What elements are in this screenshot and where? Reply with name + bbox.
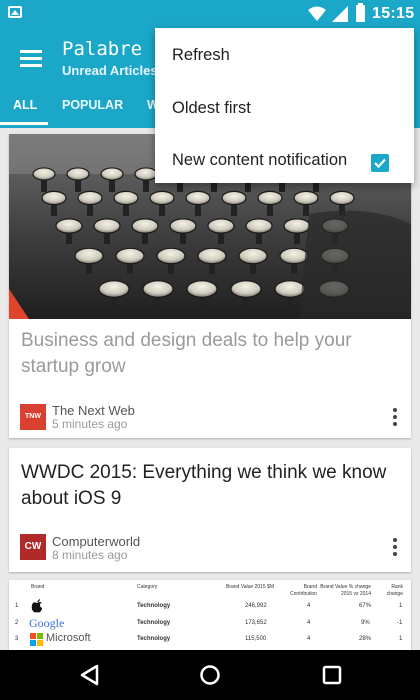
table-row: 3 Microsoft Technology 115,500 4 28% 1 bbox=[9, 631, 411, 649]
more-vert-icon[interactable] bbox=[393, 408, 397, 429]
table-cell: 173,652 bbox=[245, 620, 267, 626]
app-subtitle: Unread Articles bbox=[62, 63, 158, 78]
article-title[interactable]: WWDC 2015: Everything we think we know a… bbox=[21, 460, 401, 512]
back-icon[interactable] bbox=[79, 664, 99, 686]
status-bar: 15:15 bbox=[0, 0, 420, 28]
table-cell: 4 bbox=[307, 636, 311, 642]
table-cell: Technology bbox=[137, 603, 171, 609]
article-card[interactable]: Brand Category Brand Value 2015 $M Brand… bbox=[9, 580, 411, 650]
more-vert-icon[interactable] bbox=[393, 538, 397, 559]
signal-icon bbox=[332, 6, 348, 22]
table-header: Brand Contribution bbox=[290, 584, 317, 597]
table-header: Brand bbox=[31, 584, 45, 590]
table-cell: -1 bbox=[397, 620, 403, 626]
home-icon[interactable] bbox=[199, 664, 221, 686]
table-cell: 28% bbox=[359, 636, 372, 642]
tab-all[interactable]: ALL bbox=[13, 96, 37, 112]
google-logo: Google bbox=[29, 616, 65, 630]
tab-indicator bbox=[0, 122, 48, 125]
article-title[interactable]: Business and design deals to help your s… bbox=[21, 328, 401, 380]
table-header: Rank change bbox=[386, 584, 403, 597]
table-cell: 67% bbox=[359, 603, 372, 609]
source-logo-text: CW bbox=[24, 541, 42, 552]
app-title: Palabre bbox=[62, 38, 143, 60]
check-icon bbox=[374, 158, 386, 169]
table-header: Brand Value % change 2015 vs 2014 bbox=[320, 584, 371, 597]
source-name: Computerworld bbox=[52, 534, 141, 549]
table-cell: 3 bbox=[15, 636, 19, 642]
table-cell: 1 bbox=[399, 603, 403, 609]
table-row: 1 Technology 246,992 4 67% 1 bbox=[9, 598, 411, 616]
menu-item-refresh[interactable]: Refresh bbox=[155, 30, 414, 80]
table-cell: 1 bbox=[399, 636, 403, 642]
screen: 15:15 Palabre Unread Articles ALL POPULA… bbox=[0, 0, 420, 700]
article-time: 8 minutes ago bbox=[52, 548, 128, 562]
battery-icon bbox=[356, 3, 365, 22]
table-cell: 9% bbox=[361, 620, 370, 626]
source-logo-text: TNW bbox=[25, 413, 41, 420]
article-card[interactable]: WWDC 2015: Everything we think we know a… bbox=[9, 448, 411, 572]
table-cell: Technology bbox=[137, 636, 171, 642]
source-name: The Next Web bbox=[52, 403, 135, 418]
table-cell: 4 bbox=[307, 603, 311, 609]
table-cell: 2 bbox=[15, 620, 19, 626]
menu-item-oldest-first[interactable]: Oldest first bbox=[155, 83, 414, 133]
overflow-menu: Refresh Oldest first New content notific… bbox=[155, 28, 414, 183]
clock: 15:15 bbox=[372, 5, 415, 22]
navigation-bar bbox=[0, 650, 420, 700]
hamburger-icon[interactable] bbox=[20, 50, 42, 67]
image-notification-icon bbox=[8, 6, 22, 18]
table-cell: 4 bbox=[307, 620, 311, 626]
table-header: Category bbox=[137, 584, 158, 590]
table-header: Brand Value 2015 $M bbox=[226, 584, 274, 590]
wifi-icon bbox=[308, 6, 326, 21]
source-logo: TNW bbox=[20, 404, 46, 430]
microsoft-logo-text: Microsoft bbox=[46, 632, 91, 644]
table-cell: 115,500 bbox=[245, 636, 267, 642]
apple-logo-icon bbox=[31, 599, 42, 613]
recents-icon[interactable] bbox=[322, 665, 342, 685]
article-time: 5 minutes ago bbox=[52, 417, 128, 431]
notification-checkbox[interactable] bbox=[371, 154, 389, 172]
table-cell: Technology bbox=[137, 620, 171, 626]
menu-item-new-content-notification[interactable]: New content notification bbox=[155, 135, 414, 185]
menu-item-label: Refresh bbox=[172, 46, 230, 64]
microsoft-logo-icon bbox=[30, 633, 43, 646]
menu-item-label: New content notification bbox=[172, 151, 348, 169]
table-cell: 1 bbox=[15, 603, 19, 609]
menu-item-label: Oldest first bbox=[172, 99, 251, 117]
table-cell: 246,992 bbox=[245, 603, 267, 609]
source-logo: CW bbox=[20, 534, 46, 560]
tab-popular[interactable]: POPULAR bbox=[62, 96, 123, 112]
